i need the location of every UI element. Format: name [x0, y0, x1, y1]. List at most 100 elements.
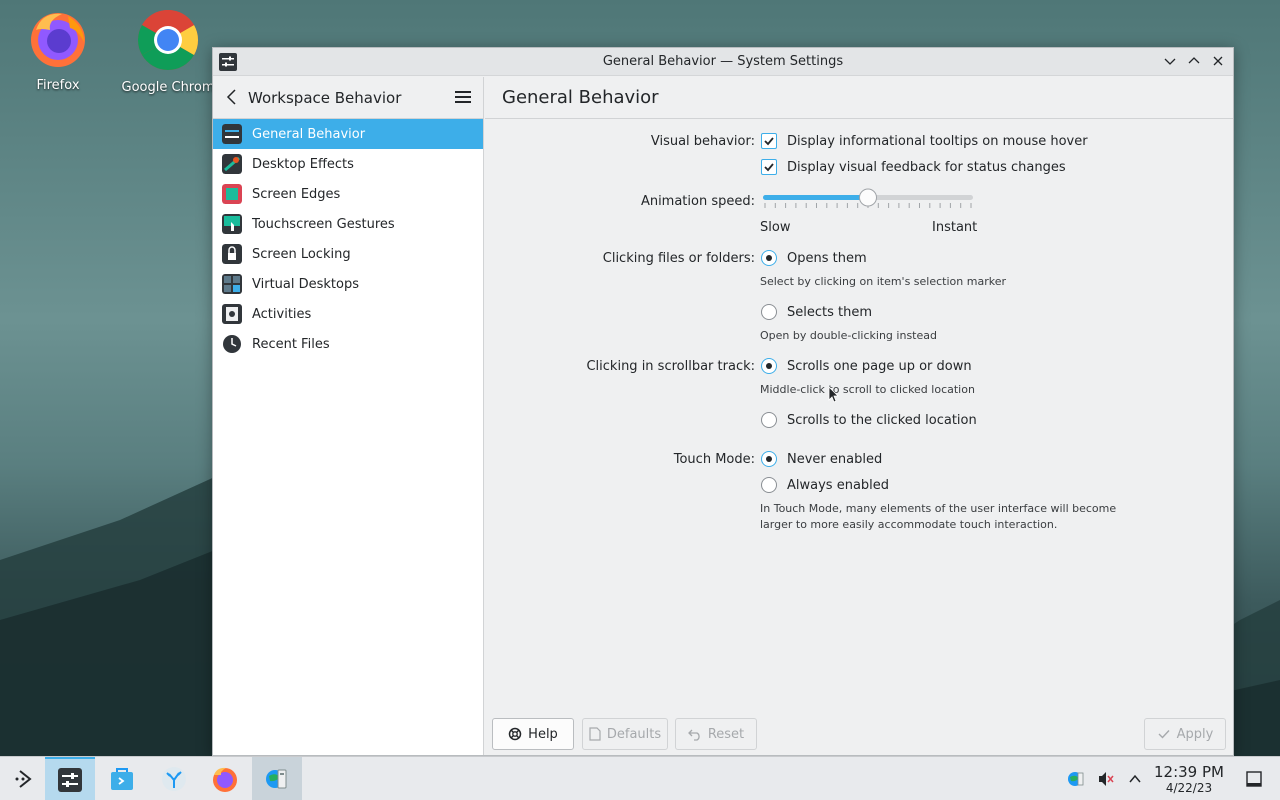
tray-volume[interactable]: [1094, 757, 1118, 800]
apply-button[interactable]: Apply: [1144, 718, 1226, 750]
sidebar-item-label: General Behavior: [252, 126, 366, 142]
never-enabled-label: Never enabled: [787, 451, 883, 467]
sidebar-item-touchscreen-gestures[interactable]: Touchscreen Gestures: [213, 209, 483, 239]
defaults-button[interactable]: Defaults: [582, 718, 668, 750]
opens-them-radio-option[interactable]: Opens them: [761, 250, 867, 266]
never-enabled-radio[interactable]: [761, 451, 777, 467]
selects-them-hint: Open by double-clicking instead: [760, 329, 937, 342]
never-enabled-radio-option[interactable]: Never enabled: [761, 451, 882, 467]
slider-min-label: Slow: [760, 220, 791, 235]
slider-handle[interactable]: [859, 188, 877, 207]
sidebar-item-general-behavior[interactable]: General Behavior: [213, 119, 483, 149]
network-globe-app-icon: [266, 769, 287, 789]
sidebar-item-recent-files[interactable]: Recent Files: [213, 329, 483, 359]
sidebar-item-label: Touchscreen Gestures: [252, 216, 395, 232]
window-title: General Behavior — System Settings: [602, 54, 844, 69]
selects-them-label: Selects them: [787, 304, 873, 320]
taskbar-app-coral[interactable]: [149, 757, 199, 800]
maximize-button[interactable]: [1185, 52, 1203, 70]
coral-app-icon: [162, 767, 186, 791]
sidebar-header-title: Workspace Behavior: [248, 89, 402, 107]
checkmark-icon: [1158, 730, 1170, 739]
recent-files-clock-icon: [223, 335, 241, 353]
tray-network[interactable]: [1064, 757, 1088, 800]
screen-locking-icon: [222, 244, 242, 264]
apply-button-label: Apply: [1176, 726, 1214, 742]
desktop-icon-chrome[interactable]: Google Chrom: [120, 8, 216, 95]
desktop-icon-label: Google Chrom: [121, 80, 215, 95]
window-titlebar[interactable]: General Behavior — System Settings: [213, 48, 1233, 76]
reset-button[interactable]: Reset: [675, 718, 757, 750]
sidebar-item-label: Recent Files: [252, 336, 330, 352]
desktop-icon-label: Firefox: [36, 78, 80, 93]
back-arrow-icon[interactable]: [223, 88, 241, 106]
desktop-effects-icon: [222, 154, 242, 174]
sidebar-item-screen-edges[interactable]: Screen Edges: [213, 179, 483, 209]
mouse-cursor-icon: [828, 386, 839, 403]
scroll-clicked-radio[interactable]: [761, 412, 777, 428]
visual-feedback-checkbox-label: Display visual feedback for status chang…: [787, 159, 1066, 175]
scroll-page-radio[interactable]: [761, 358, 777, 374]
tray-expand[interactable]: [1123, 757, 1147, 800]
scroll-clicked-radio-option[interactable]: Scrolls to the clicked location: [761, 412, 977, 428]
general-behavior-icon: [222, 124, 242, 144]
selects-them-radio[interactable]: [761, 304, 777, 320]
clicking-files-label: Clicking files or folders:: [602, 251, 755, 266]
taskbar-system-settings[interactable]: [45, 757, 95, 800]
always-enabled-radio[interactable]: [761, 477, 777, 493]
clock-date: 4/22/23: [1165, 781, 1213, 795]
taskbar-firefox[interactable]: [200, 757, 250, 800]
sidebar-item-activities[interactable]: Activities: [213, 299, 483, 329]
visual-feedback-checkbox-option[interactable]: Display visual feedback for status chang…: [761, 159, 1066, 175]
opens-them-hint: Select by clicking on item's selection m…: [760, 275, 1006, 288]
always-enabled-radio-option[interactable]: Always enabled: [761, 477, 889, 493]
reset-button-label: Reset: [707, 726, 745, 742]
undo-icon: [687, 729, 700, 741]
application-launcher[interactable]: [0, 757, 50, 800]
show-desktop-icon: [1246, 771, 1262, 787]
hamburger-menu-icon[interactable]: [453, 88, 473, 106]
sidebar-item-desktop-effects[interactable]: Desktop Effects: [213, 149, 483, 179]
sidebar-item-label: Screen Locking: [252, 246, 351, 262]
launcher-icon: [15, 770, 32, 788]
sidebar-item-label: Desktop Effects: [252, 156, 354, 172]
help-button-label: Help: [528, 726, 558, 742]
minimize-button[interactable]: [1161, 52, 1179, 70]
taskbar-discover[interactable]: [97, 757, 147, 800]
scroll-page-label: Scrolls one page up or down: [787, 358, 972, 374]
opens-them-radio[interactable]: [761, 250, 777, 266]
taskbar-app-active[interactable]: [252, 757, 302, 800]
slider-max-label: Instant: [932, 220, 978, 235]
sidebar: Workspace Behavior General Behavior Desk…: [213, 77, 484, 755]
help-button[interactable]: Help: [492, 718, 574, 750]
touch-mode-label: Touch Mode:: [673, 452, 755, 467]
animation-speed-slider[interactable]: [761, 185, 977, 215]
settings-content: General Behavior Visual behavior: Displa…: [485, 77, 1233, 755]
animation-speed-label: Animation speed:: [640, 194, 755, 209]
help-lifebuoy-icon: [508, 727, 522, 741]
tooltips-checkbox-option[interactable]: Display informational tooltips on mouse …: [761, 133, 1088, 149]
scroll-page-hint: Middle-click to scroll to clicked locati…: [760, 383, 975, 396]
desktop-icon-firefox[interactable]: Firefox: [10, 8, 106, 93]
visual-feedback-checkbox[interactable]: [761, 159, 777, 175]
maximize-icon: [1188, 57, 1200, 64]
content-header: General Behavior: [485, 77, 1233, 119]
show-desktop-button[interactable]: [1240, 757, 1268, 800]
visual-behavior-label: Visual behavior:: [650, 134, 755, 149]
document-icon: [589, 727, 601, 741]
selects-them-radio-option[interactable]: Selects them: [761, 304, 872, 320]
touchscreen-gestures-icon: [222, 214, 242, 234]
tooltips-checkbox-label: Display informational tooltips on mouse …: [787, 133, 1088, 149]
scroll-page-radio-option[interactable]: Scrolls one page up or down: [761, 358, 972, 374]
page-title: General Behavior: [502, 87, 659, 108]
activities-icon: [222, 304, 242, 324]
sidebar-item-virtual-desktops[interactable]: Virtual Desktops: [213, 269, 483, 299]
close-button[interactable]: [1209, 52, 1227, 70]
sidebar-item-label: Activities: [252, 306, 312, 322]
system-settings-icon: [58, 768, 82, 792]
digital-clock[interactable]: 12:39 PM 4/22/23: [1146, 763, 1232, 795]
tooltips-checkbox[interactable]: [761, 133, 777, 149]
system-settings-window: General Behavior — System Settings Works…: [212, 47, 1234, 756]
sidebar-item-screen-locking[interactable]: Screen Locking: [213, 239, 483, 269]
touch-mode-hint-line1: In Touch Mode, many elements of the user…: [760, 502, 1117, 515]
